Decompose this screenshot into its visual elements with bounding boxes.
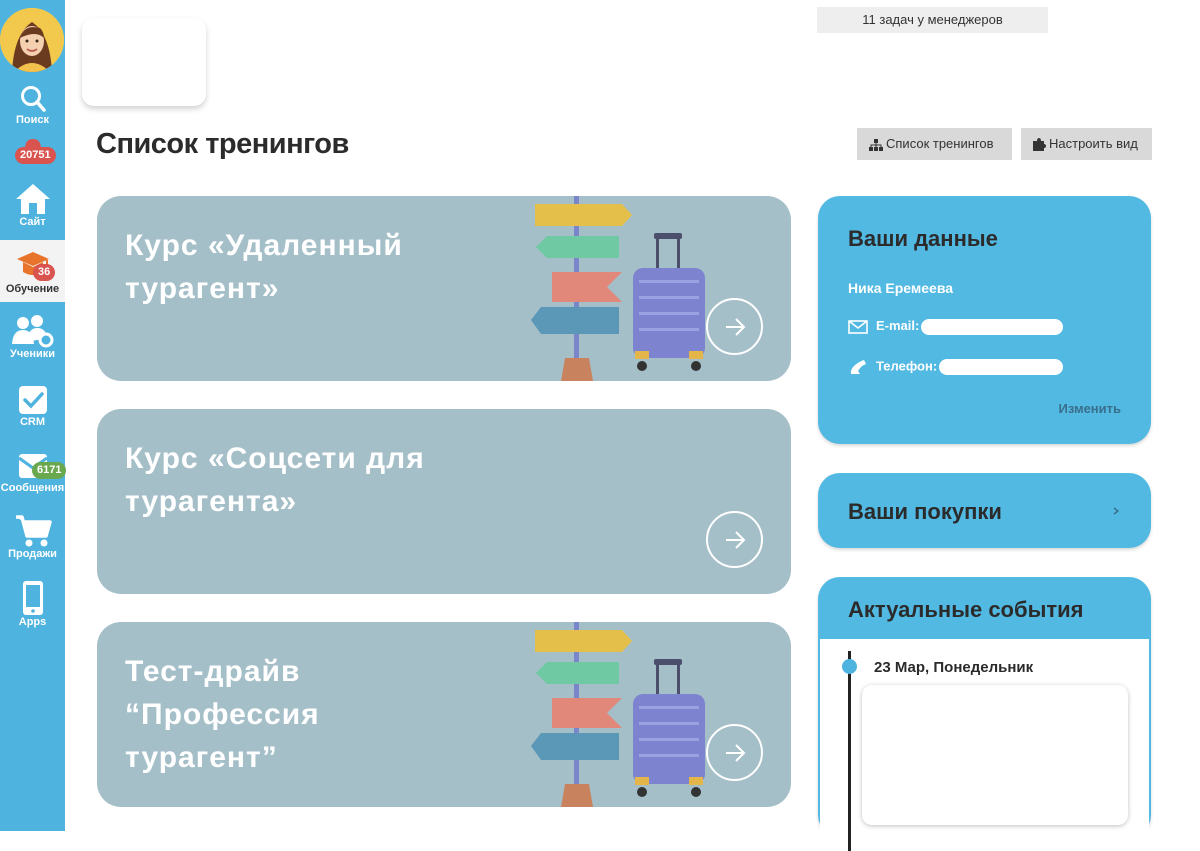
arrow-right-icon xyxy=(726,531,746,549)
sidebar-item-label: Сайт xyxy=(19,216,46,228)
signpost-suitcase-illustration xyxy=(531,622,705,807)
purchases-card[interactable]: Ваши покупки xyxy=(818,473,1151,548)
cart-icon xyxy=(15,515,52,547)
arrow-right-icon xyxy=(726,744,746,762)
avatar-image xyxy=(0,8,64,72)
phone-icon xyxy=(22,581,43,615)
user-name: Ника Еремеева xyxy=(848,280,954,296)
sidebar-item-label: Обучение xyxy=(5,283,60,295)
sidebar-item-students[interactable]: Ученики xyxy=(0,314,65,366)
checkbox-icon xyxy=(18,386,47,414)
signpost-suitcase-illustration xyxy=(531,196,705,381)
sidebar-item-label: Сообщения xyxy=(0,482,65,494)
puzzle-icon xyxy=(1033,138,1046,152)
phone-label: Телефон: xyxy=(876,358,938,374)
tasks-banner[interactable]: 11 задач у менеджеров xyxy=(817,7,1048,33)
profile-card: Ваши данные Ника Еремеева E-mail: Телефо… xyxy=(818,196,1151,444)
home-icon xyxy=(15,184,50,214)
sidebar-item-site[interactable]: Сайт xyxy=(0,182,65,234)
phone-value xyxy=(939,359,1064,375)
sidebar-item-label: Поиск xyxy=(15,114,49,126)
customize-view-button[interactable]: Настроить вид xyxy=(1021,128,1152,160)
email-row: E-mail: xyxy=(848,318,1064,335)
page-title: Список тренингов xyxy=(96,128,349,160)
events-card-title: Актуальные события xyxy=(848,597,1084,622)
email-label: E-mail: xyxy=(876,318,920,333)
sidebar-item-crm[interactable]: CRM xyxy=(0,384,65,432)
search-icon xyxy=(20,86,46,112)
timeline-dot xyxy=(842,659,857,674)
trainings-list-button[interactable]: Список тренингов xyxy=(857,128,1012,160)
event-date: 23 Мар, Понедельник xyxy=(874,659,1034,676)
site-badge: 20751 xyxy=(15,147,56,164)
students-icon xyxy=(11,315,53,348)
events-timeline: 23 Мар, Понедельник xyxy=(820,639,1149,851)
trainings-list-label: Список тренингов xyxy=(886,136,994,151)
sidebar-item-search[interactable]: Поиск xyxy=(0,84,65,134)
course-title: Тест-драйв “Профессия турагент” xyxy=(125,655,320,774)
sidebar: Поиск Сайт 20751 Обучение 36 Ученики CRM… xyxy=(0,0,67,831)
course-title: Курс «Соцсети для турагента» xyxy=(125,442,425,518)
open-course-button[interactable] xyxy=(706,298,763,355)
open-course-button[interactable] xyxy=(706,724,763,781)
sidebar-item-label: CRM xyxy=(19,416,46,428)
purchases-card-title: Ваши покупки xyxy=(848,499,1002,524)
avatar[interactable] xyxy=(0,8,64,72)
messages-badge: 6171 xyxy=(32,462,67,479)
course-card[interactable]: Курс «Удаленный турагент» xyxy=(97,196,791,381)
open-course-button[interactable] xyxy=(706,511,763,568)
phone-row: Телефон: xyxy=(848,358,1064,376)
course-title: Курс «Удаленный турагент» xyxy=(125,229,403,305)
sidebar-item-label: Ученики xyxy=(9,348,56,360)
sidebar-item-label: Apps xyxy=(18,616,47,628)
timeline-line xyxy=(848,651,851,851)
phone-handset-icon xyxy=(850,360,866,374)
mail-icon xyxy=(848,319,868,334)
sidebar-item-sales[interactable]: Продажи xyxy=(0,514,65,564)
event-item[interactable] xyxy=(862,685,1128,825)
chevron-right-icon xyxy=(1113,507,1119,515)
events-card: Актуальные события 23 Мар, Понедельник xyxy=(818,577,1151,851)
edit-profile-link[interactable]: Изменить xyxy=(1058,401,1121,416)
course-card[interactable]: Курс «Соцсети для турагента» xyxy=(97,409,791,594)
customize-view-label: Настроить вид xyxy=(1049,136,1138,151)
sidebar-item-apps[interactable]: Apps xyxy=(0,580,65,630)
arrow-right-icon xyxy=(726,318,746,336)
sidebar-item-label: Продажи xyxy=(8,548,57,560)
profile-card-title: Ваши данные xyxy=(848,226,998,251)
sitemap-icon xyxy=(869,138,883,151)
logo-placeholder xyxy=(82,18,206,106)
course-card[interactable]: Тест-драйв “Профессия турагент” xyxy=(97,622,791,807)
learning-badge: 36 xyxy=(33,264,56,281)
email-value xyxy=(921,318,1064,335)
